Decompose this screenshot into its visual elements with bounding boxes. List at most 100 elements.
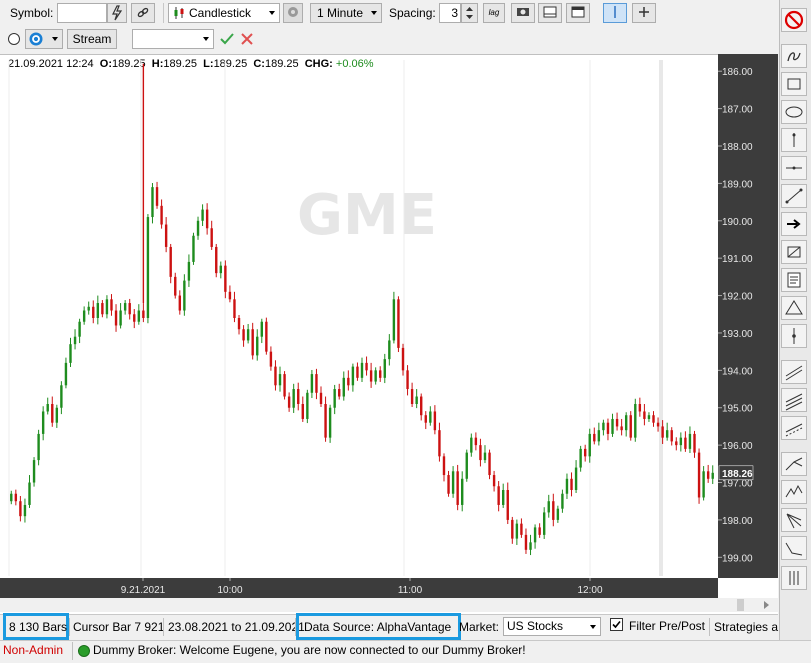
candle-body	[51, 404, 54, 423]
candle-body	[456, 471, 459, 505]
camera-icon[interactable]	[511, 3, 535, 23]
strategies-tab[interactable]: Strategies a	[714, 616, 778, 638]
symbol-label: Symbol:	[10, 6, 54, 20]
gear-icon[interactable]	[283, 3, 303, 23]
candle-body	[155, 187, 159, 206]
candle-body	[342, 377, 345, 397]
candle-body	[602, 422, 605, 431]
pin-line-icon[interactable]	[781, 324, 807, 348]
candle-body	[23, 504, 27, 517]
candle-body	[369, 370, 373, 382]
candle-body	[451, 471, 455, 494]
price-tick-label: 196.00	[722, 441, 753, 452]
candle-body	[146, 217, 150, 318]
candle-body	[670, 430, 673, 442]
fibonacci-time-icon[interactable]	[781, 566, 807, 590]
candle-body	[442, 456, 446, 476]
time-tick-label: 9.21.2021	[121, 585, 166, 596]
candle-body	[374, 370, 377, 382]
candle-body	[46, 404, 49, 412]
candle-body	[278, 374, 282, 386]
lightning-icon[interactable]	[107, 3, 127, 23]
candle-body	[483, 452, 487, 461]
horizontal-scrollbar[interactable]	[0, 598, 778, 612]
radio-button[interactable]	[8, 33, 20, 45]
time-tick-label: 11:00	[398, 585, 423, 596]
trend-line-icon[interactable]	[781, 184, 807, 208]
symbol-input[interactable]	[57, 3, 107, 23]
channel-icon[interactable]	[781, 360, 807, 384]
candle-body	[615, 418, 619, 427]
interval-dropdown[interactable]: 1 Minute	[310, 3, 382, 23]
candle-body	[365, 362, 368, 371]
candle-body	[579, 448, 582, 468]
quote-dropdown[interactable]	[25, 29, 63, 49]
spacing-input[interactable]: 3	[439, 3, 461, 23]
candle-body	[123, 303, 127, 311]
time-tick-label: 12:00	[577, 585, 602, 596]
chart-type-dropdown[interactable]: Candlestick	[168, 3, 280, 23]
no-entry-icon[interactable]	[781, 8, 807, 32]
chevron-down-icon	[203, 37, 209, 41]
bars-count: 8 130 Bars	[9, 620, 68, 634]
stream-button[interactable]: Stream	[67, 29, 117, 49]
window-icon[interactable]	[566, 3, 590, 23]
candle-body	[474, 437, 478, 446]
text-note-icon[interactable]	[781, 268, 807, 292]
candle-body	[251, 329, 254, 356]
candle-body	[583, 448, 587, 457]
candle-body	[497, 486, 500, 505]
plus-icon[interactable]	[632, 3, 656, 23]
candle-body	[246, 329, 250, 341]
close-icon[interactable]	[238, 30, 256, 48]
regression-channel-icon[interactable]	[781, 416, 807, 440]
freehand-icon[interactable]	[781, 44, 807, 68]
candle-body	[87, 306, 90, 311]
candle-body	[55, 407, 59, 423]
candle-body	[105, 299, 109, 315]
crosshair-cursor-icon[interactable]	[603, 3, 627, 23]
rectangle-icon[interactable]	[781, 72, 807, 96]
candle-body	[64, 362, 68, 386]
candle-body	[37, 433, 40, 461]
candle-body	[219, 265, 222, 274]
candle-body	[242, 329, 245, 341]
log-scale-button[interactable]: lag	[483, 3, 505, 23]
elliott-wave-icon[interactable]	[781, 480, 807, 504]
layout-panel-icon[interactable]	[538, 3, 562, 23]
market-dropdown[interactable]: US Stocks	[503, 617, 601, 636]
candle-body	[119, 310, 122, 326]
price-chart[interactable]: 199.00 198.00 197.00 196.00 195.00 194.00 193.…	[0, 54, 778, 614]
link-icon[interactable]	[131, 3, 155, 23]
ellipse-icon[interactable]	[781, 100, 807, 124]
box-tool-icon[interactable]	[781, 240, 807, 264]
pitchfork-icon[interactable]	[781, 452, 807, 476]
candle-body	[488, 452, 491, 476]
parallel-lines-icon[interactable]	[781, 388, 807, 412]
gann-fan-icon[interactable]	[781, 508, 807, 532]
candle-body	[397, 299, 400, 348]
candle-body	[556, 508, 560, 520]
command-combo[interactable]	[132, 29, 214, 49]
price-tick-label: 188.00	[722, 142, 753, 153]
cursor-bar: Cursor Bar 7 921	[73, 620, 165, 634]
triangle-icon[interactable]	[781, 296, 807, 320]
cycle-lines-icon[interactable]	[781, 536, 807, 560]
vertical-line-icon[interactable]	[781, 128, 807, 152]
time-axis	[0, 578, 718, 598]
candle-body	[406, 370, 409, 390]
scrollbar-thumb[interactable]	[737, 599, 744, 611]
candle-body	[210, 228, 213, 247]
scroll-right-icon[interactable]	[764, 601, 769, 609]
quote-icon	[29, 32, 43, 46]
candle-body	[183, 280, 186, 311]
filter-prepost-checkbox[interactable]	[610, 618, 623, 631]
chevron-down-icon	[590, 625, 596, 629]
check-icon[interactable]	[218, 30, 236, 48]
candle-body	[379, 370, 382, 378]
candle-body	[661, 426, 664, 438]
spacing-stepper[interactable]	[461, 3, 478, 23]
candle-body	[260, 321, 263, 337]
arrow-icon[interactable]	[781, 212, 807, 236]
horizontal-line-icon[interactable]	[781, 156, 807, 180]
